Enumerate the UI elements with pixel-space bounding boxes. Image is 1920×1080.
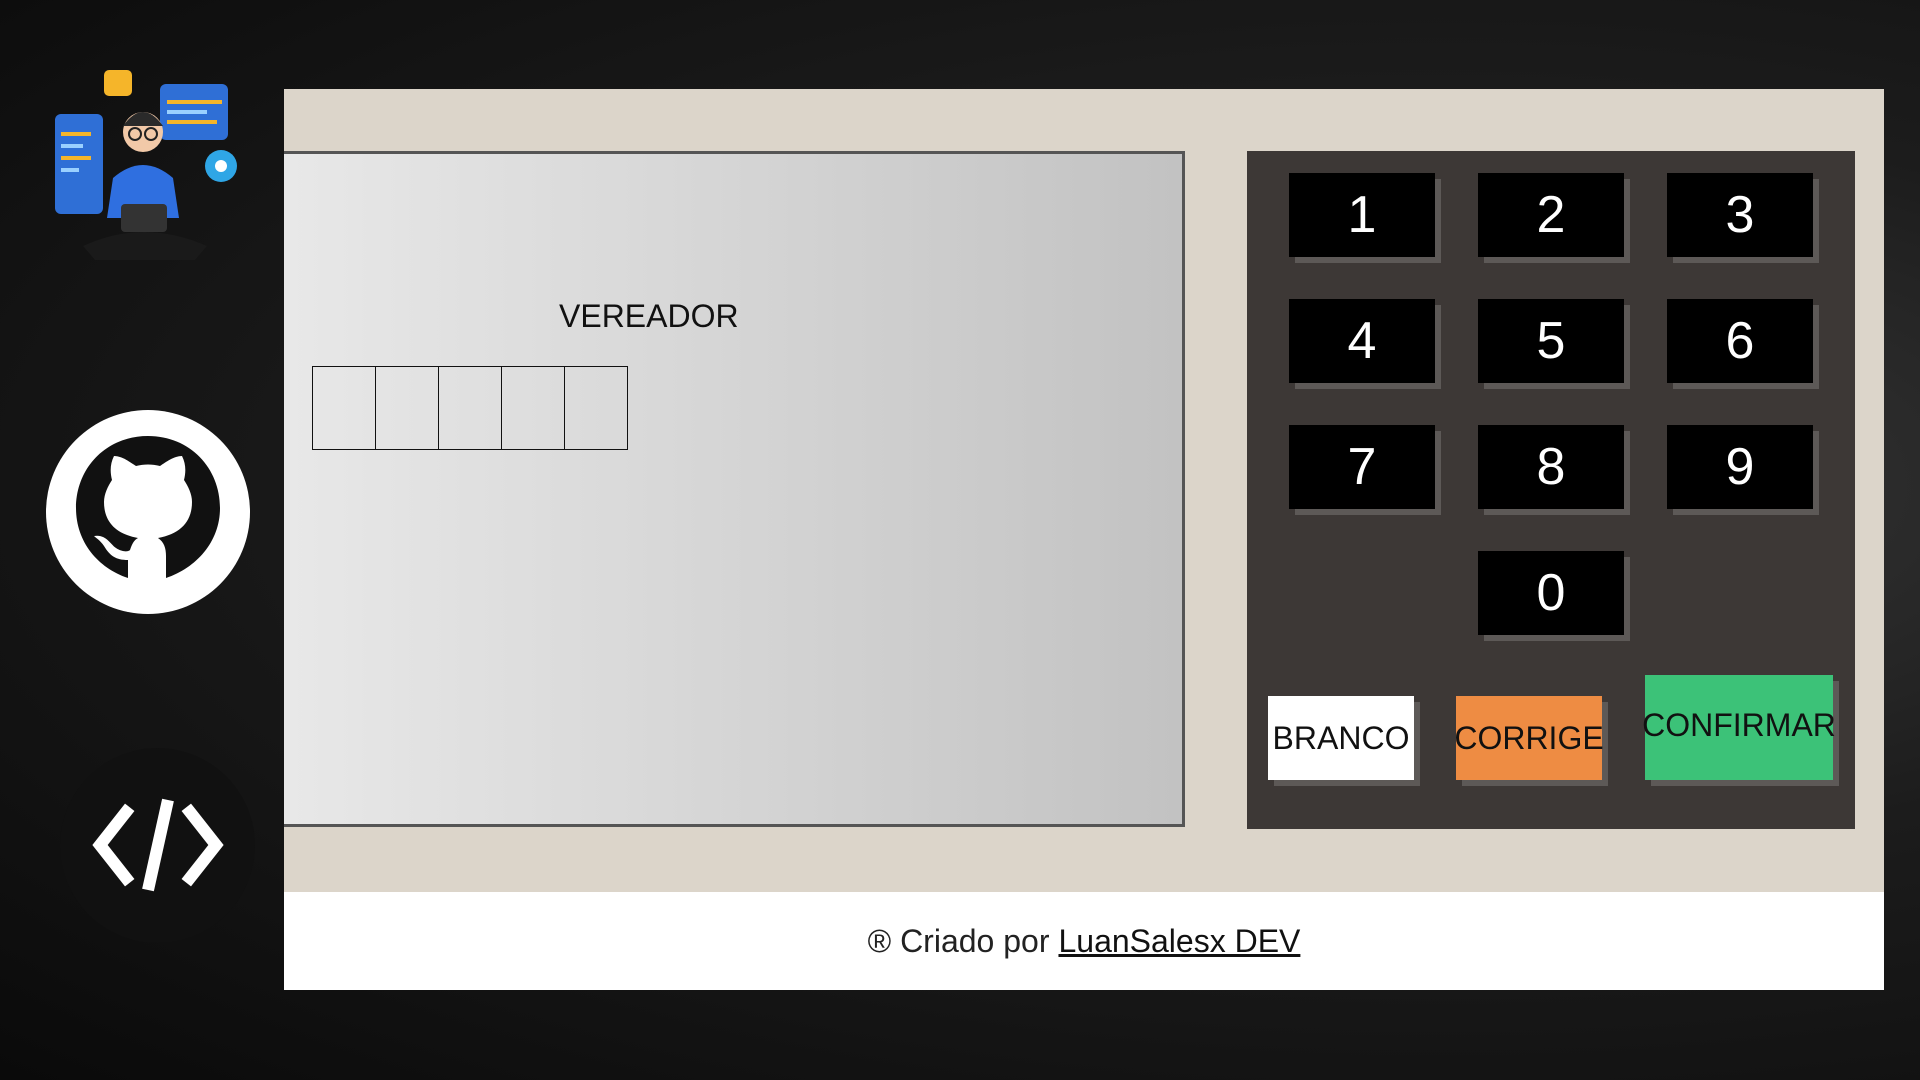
footer-prefix: ® Criado por	[867, 922, 1050, 959]
key-3[interactable]: 3	[1667, 173, 1813, 257]
key-2[interactable]: 2	[1478, 173, 1624, 257]
digit-box-3	[438, 366, 502, 450]
blank-button[interactable]: BRANCO	[1268, 696, 1414, 780]
key-4[interactable]: 4	[1289, 299, 1435, 383]
developer-illustration-icon	[55, 68, 260, 273]
digit-box-5	[564, 366, 628, 450]
author-link[interactable]: LuanSalesx DEV	[1058, 923, 1300, 960]
key-8[interactable]: 8	[1478, 425, 1624, 509]
digit-box-4	[501, 366, 565, 450]
correct-button[interactable]: CORRIGE	[1454, 696, 1604, 780]
code-icon	[60, 748, 255, 943]
key-5[interactable]: 5	[1478, 299, 1624, 383]
office-label: VEREADOR	[559, 298, 739, 334]
digit-box-1	[312, 366, 376, 450]
digit-box-2	[375, 366, 439, 450]
voting-machine-panel: VEREADOR 1 2 3 4 5 6 7 8 9 0 BRANCO CORR…	[284, 89, 1884, 892]
footer: ® Criado por LuanSalesx DEV	[284, 892, 1884, 990]
key-7[interactable]: 7	[1289, 425, 1435, 509]
keypad: 1 2 3 4 5 6 7 8 9 0 BRANCO CORRIGE CONFI…	[1247, 151, 1855, 829]
key-9[interactable]: 9	[1667, 425, 1813, 509]
key-6[interactable]: 6	[1667, 299, 1813, 383]
voting-screen: VEREADOR	[284, 151, 1185, 827]
key-1[interactable]: 1	[1289, 173, 1435, 257]
key-0[interactable]: 0	[1478, 551, 1624, 635]
github-icon	[46, 410, 250, 614]
digit-boxes	[312, 366, 628, 450]
confirm-button[interactable]: CONFIRMAR	[1642, 675, 1836, 780]
